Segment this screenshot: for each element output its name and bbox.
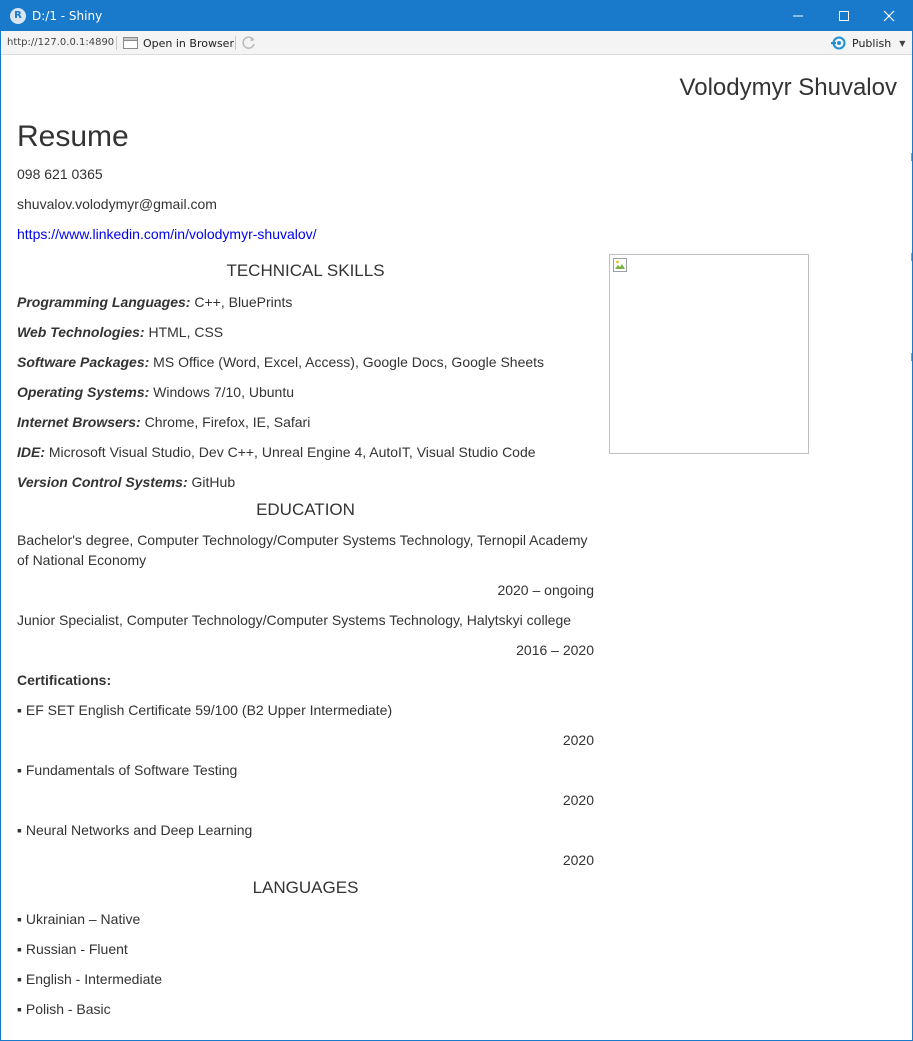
- minimize-icon: [793, 15, 803, 17]
- browser-window-icon: [123, 37, 138, 49]
- certification-item: ▪ Neural Networks and Deep Learning: [17, 822, 253, 838]
- minimize-button[interactable]: [775, 1, 821, 31]
- toolbar-divider: [235, 36, 236, 50]
- address-url: http://127.0.0.1:4890: [7, 37, 115, 48]
- maximize-icon: [839, 11, 849, 21]
- language-item: ▪ Polish - Basic: [17, 1001, 111, 1017]
- skill-value: MS Office (Word, Excel, Access), Google …: [149, 354, 545, 370]
- r-logo-icon: R: [10, 8, 26, 24]
- certification-year: 2020: [562, 732, 594, 748]
- viewer-toolbar: http://127.0.0.1:4890 Open in Browser Pu…: [1, 31, 912, 55]
- language-item: ▪ Russian - Fluent: [17, 941, 128, 957]
- open-in-browser-label: Open in Browser: [143, 36, 234, 50]
- page-title: Resume: [17, 120, 129, 153]
- close-icon: [883, 10, 895, 22]
- chevron-down-icon[interactable]: ▼: [899, 39, 905, 48]
- certification-item: ▪ Fundamentals of Software Testing: [17, 762, 238, 778]
- skill-label: Software Packages:: [17, 354, 150, 370]
- phone-number: 098 621 0365: [17, 166, 103, 182]
- skill-item: Operating Systems: Windows 7/10, Ubuntu: [17, 382, 594, 402]
- profile-photo: [609, 254, 809, 454]
- skill-label: Version Control Systems:: [17, 474, 188, 490]
- email-address: shuvalov.volodymyr@gmail.com: [17, 196, 217, 212]
- skill-label: Internet Browsers:: [17, 414, 141, 430]
- certification-year: 2020: [562, 852, 594, 868]
- publish-icon: [831, 36, 846, 50]
- certifications-heading: Certifications:: [17, 672, 112, 688]
- toolbar-divider: [116, 36, 117, 50]
- skill-value: Microsoft Visual Studio, Dev C++, Unreal…: [45, 444, 536, 460]
- author-name: Volodymyr Shuvalov: [679, 74, 897, 101]
- certification-item: ▪ EF SET English Certificate 59/100 (B2 …: [17, 702, 393, 718]
- linkedin-link[interactable]: https://www.linkedin.com/in/volodymyr-sh…: [17, 226, 317, 242]
- skill-item: Software Packages: MS Office (Word, Exce…: [17, 352, 594, 372]
- skill-label: IDE:: [17, 444, 45, 460]
- skill-item: Web Technologies: HTML, CSS: [17, 322, 594, 342]
- education-heading: EDUCATION: [256, 500, 355, 519]
- app-window: R D:/1 - Shiny http://127.0.0.1:4890 Ope…: [0, 0, 913, 1041]
- resume-page: Volodymyr Shuvalov Resume 098 621 0365 s…: [2, 56, 912, 1040]
- skill-value: Chrome, Firefox, IE, Safari: [140, 414, 311, 430]
- education-entry: Bachelor's degree, Computer Technology/C…: [17, 532, 588, 568]
- language-item: ▪ Ukrainian – Native: [17, 911, 141, 927]
- skill-value: C++, BluePrints: [190, 294, 293, 310]
- language-item: ▪ English - Intermediate: [17, 971, 163, 987]
- skill-item: Version Control Systems: GitHub: [17, 472, 594, 492]
- publish-button[interactable]: Publish ▼: [831, 31, 905, 55]
- publish-label: Publish: [852, 36, 892, 50]
- skill-value: HTML, CSS: [144, 324, 224, 340]
- title-bar: R D:/1 - Shiny: [1, 1, 912, 31]
- skill-item: Internet Browsers: Chrome, Firefox, IE, …: [17, 412, 594, 432]
- skill-label: Operating Systems:: [17, 384, 150, 400]
- broken-image-icon: [613, 258, 627, 272]
- skill-item: IDE: Microsoft Visual Studio, Dev C++, U…: [17, 442, 594, 462]
- education-period: 2016 – 2020: [516, 642, 594, 658]
- certification-year: 2020: [562, 792, 594, 808]
- education-entry: Junior Specialist, Computer Technology/C…: [17, 612, 572, 628]
- education-period: 2020 – ongoing: [497, 582, 594, 598]
- skill-label: Programming Languages:: [17, 294, 191, 310]
- skill-value: Windows 7/10, Ubuntu: [149, 384, 295, 400]
- skill-item: Programming Languages: C++, BluePrints: [17, 292, 594, 312]
- resume-main-column: TECHNICAL SKILLS Programming Languages: …: [17, 261, 594, 1019]
- close-button[interactable]: [866, 1, 912, 31]
- refresh-icon[interactable]: [241, 35, 257, 51]
- skill-label: Web Technologies:: [17, 324, 145, 340]
- open-in-browser-button[interactable]: Open in Browser: [123, 31, 234, 55]
- maximize-button[interactable]: [821, 1, 867, 31]
- languages-heading: LANGUAGES: [252, 878, 359, 897]
- technical-skills-heading: TECHNICAL SKILLS: [226, 261, 385, 280]
- skill-value: GitHub: [187, 474, 236, 490]
- window-title: D:/1 - Shiny: [32, 9, 103, 23]
